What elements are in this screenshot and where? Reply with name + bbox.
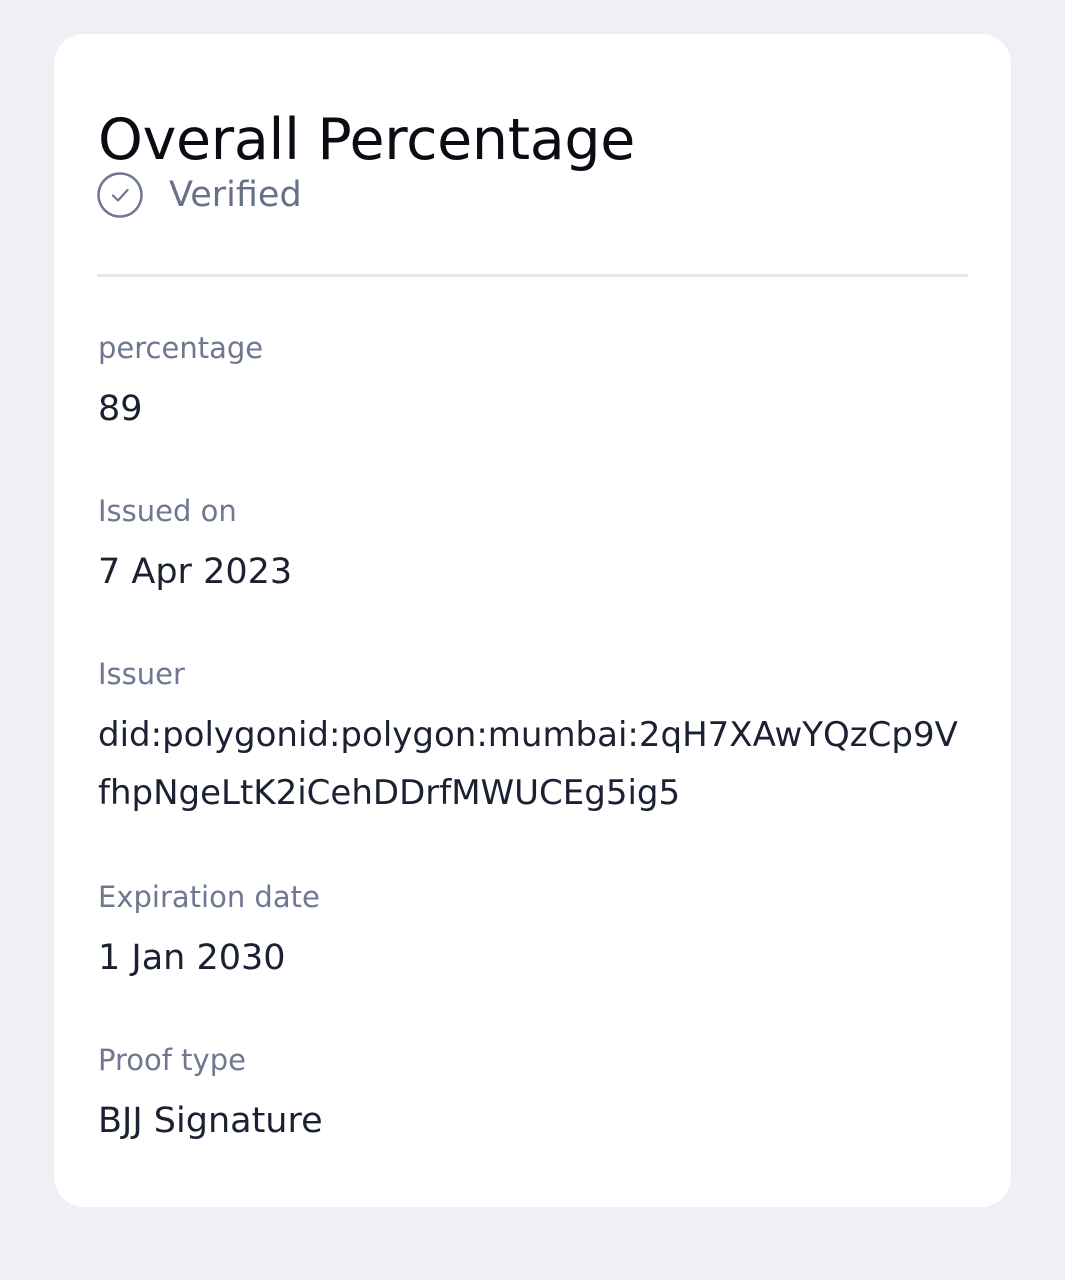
card-title: Overall Percentage <box>98 107 636 173</box>
proof-type-label: Proof type <box>98 1043 246 1077</box>
divider <box>97 274 968 277</box>
expiration-date-label: Expiration date <box>98 880 320 914</box>
percentage-label: percentage <box>98 331 264 365</box>
expiration-date-value: 1 Jan 2030 <box>98 938 286 978</box>
issuer-field: Issuer did:polygonid:polygon:mumbai:2qH7… <box>98 660 968 822</box>
credential-card: Overall Percentage Verified percentage 8… <box>54 34 1011 1207</box>
issuer-value: did:polygonid:polygon:mumbai:2qH7XAwYQzC… <box>98 715 958 813</box>
issuer-label: Issuer <box>98 657 185 691</box>
proof-type-value: BJJ Signature <box>98 1101 323 1141</box>
percentage-value: 89 <box>98 389 143 429</box>
verified-label: Verified <box>169 174 302 215</box>
issued-on-label: Issued on <box>98 494 237 528</box>
expiration-date-field: Expiration date 1 Jan 2030 <box>98 883 968 987</box>
check-circle-icon <box>97 172 143 218</box>
percentage-field: percentage 89 <box>98 334 968 438</box>
issued-on-field: Issued on 7 Apr 2023 <box>98 497 968 601</box>
issued-on-value: 7 Apr 2023 <box>98 552 293 592</box>
verification-status: Verified <box>97 170 302 220</box>
proof-type-field: Proof type BJJ Signature <box>98 1046 968 1150</box>
